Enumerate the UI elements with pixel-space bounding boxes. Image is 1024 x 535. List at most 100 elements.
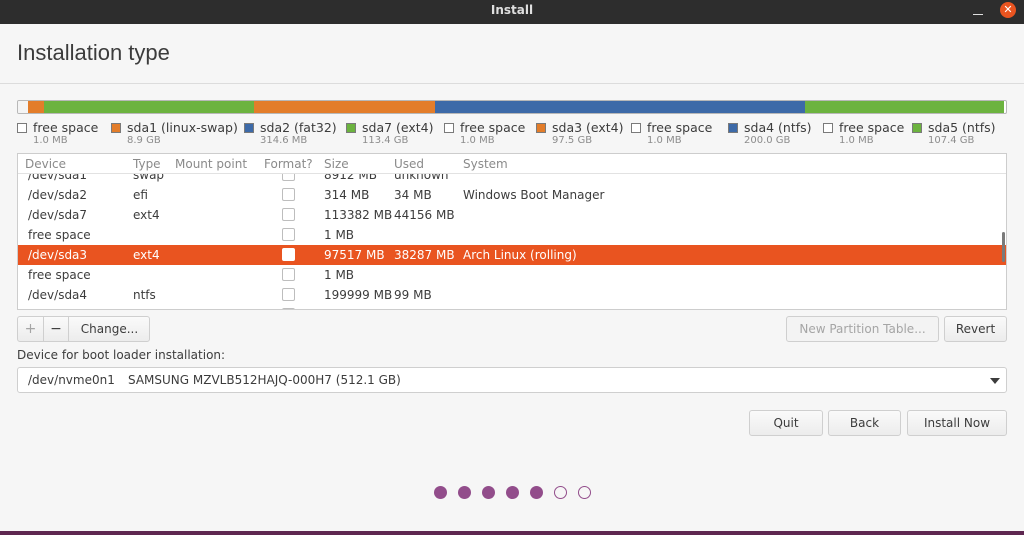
format-checkbox[interactable] xyxy=(282,188,295,201)
cell-size: 314 MB xyxy=(324,188,370,202)
progress-dot xyxy=(578,486,591,499)
remove-partition-button[interactable]: − xyxy=(44,317,69,341)
boot-device: /dev/nvme0n1 xyxy=(28,373,115,387)
cell-device: free space xyxy=(28,228,91,242)
column-header-size[interactable]: Size xyxy=(324,157,349,171)
cell-used: 44156 MB xyxy=(394,208,455,222)
table-row[interactable]: free space 1 MB xyxy=(18,225,1006,245)
boot-loader-select[interactable]: /dev/nvme0n1 SAMSUNG MZVLB512HAJQ-000H7 … xyxy=(17,367,1007,393)
title-bar: Install ✕ xyxy=(0,0,1024,24)
partition-segment-free xyxy=(18,101,28,113)
legend-size: 107.4 GB xyxy=(928,135,975,146)
cell-used: 99 MB xyxy=(394,288,432,302)
cell-device: free space xyxy=(28,308,91,309)
quit-button[interactable]: Quit xyxy=(749,410,823,436)
revert-button[interactable]: Revert xyxy=(944,316,1007,342)
legend-size: 97.5 GB xyxy=(552,135,593,146)
legend-swatch xyxy=(111,123,121,133)
format-checkbox[interactable] xyxy=(282,208,295,221)
legend-size: 200.0 GB xyxy=(744,135,791,146)
column-header-format[interactable]: Format? xyxy=(264,157,313,171)
cell-device: free space xyxy=(28,268,91,282)
format-checkbox[interactable] xyxy=(282,248,295,261)
legend-swatch xyxy=(631,123,641,133)
column-header-mount-point[interactable]: Mount point xyxy=(175,157,247,171)
change-partition-button[interactable]: Change... xyxy=(69,317,150,341)
cell-type: ext4 xyxy=(133,248,160,262)
legend-name: sda5 (ntfs) xyxy=(928,120,996,135)
legend-swatch xyxy=(728,123,738,133)
legend-name: sda3 (ext4) xyxy=(552,120,624,135)
column-header-system[interactable]: System xyxy=(463,157,508,171)
cell-used: 38287 MB xyxy=(394,248,455,262)
cell-used: 34 MB xyxy=(394,188,432,202)
add-partition-button[interactable]: + xyxy=(18,317,44,341)
legend-size: 1.0 MB xyxy=(647,135,682,146)
legend-name: sda4 (ntfs) xyxy=(744,120,812,135)
legend-name: free space xyxy=(839,120,905,135)
legend-size: 1.0 MB xyxy=(33,135,68,146)
legend-size: 1.0 MB xyxy=(839,135,874,146)
legend-swatch xyxy=(444,123,454,133)
chevron-down-icon xyxy=(990,378,1000,384)
close-icon[interactable]: ✕ xyxy=(1000,2,1016,18)
table-row[interactable]: /dev/sda2 efi 314 MB 34 MB Windows Boot Mana… xyxy=(18,185,1006,205)
cell-device: /dev/sda7 xyxy=(28,208,88,222)
progress-dot xyxy=(530,486,543,499)
cell-type: ext4 xyxy=(133,208,160,222)
legend-swatch xyxy=(346,123,356,133)
progress-dot xyxy=(554,486,567,499)
cell-size: 199999 MB xyxy=(324,288,393,302)
cell-device: /dev/sda3 xyxy=(28,248,88,262)
partition-table[interactable]: Device Type Mount point Format? Size Used Syst… xyxy=(17,153,1007,310)
table-row[interactable]: free space 1 MB xyxy=(18,265,1006,285)
format-checkbox[interactable] xyxy=(282,228,295,241)
cell-size: 1 MB xyxy=(324,308,354,309)
legend-name: free space xyxy=(460,120,526,135)
legend-swatch xyxy=(244,123,254,133)
legend-name: free space xyxy=(33,120,99,135)
partition-segment-sda4 xyxy=(435,101,805,113)
page-title: Installation type xyxy=(17,40,170,65)
partition-segment-sda5 xyxy=(805,101,1004,113)
partition-segment-sda7 xyxy=(44,101,254,113)
progress-dot xyxy=(482,486,495,499)
format-checkbox[interactable] xyxy=(282,268,295,281)
cell-type: efi xyxy=(133,188,148,202)
bottom-border xyxy=(0,531,1024,535)
boot-loader-label: Device for boot loader installation: xyxy=(17,348,226,362)
table-row[interactable]: /dev/sda7 ext4 113382 MB 44156 MB xyxy=(18,205,1006,225)
partition-tools: + − Change... xyxy=(17,316,150,342)
install-now-button[interactable]: Install Now xyxy=(907,410,1007,436)
legend-name: sda1 (linux-swap) xyxy=(127,120,238,135)
format-checkbox[interactable] xyxy=(282,288,295,301)
progress-dot xyxy=(434,486,447,499)
table-header: Device Type Mount point Format? Size Used Syst… xyxy=(18,154,1006,174)
legend-size: 8.9 GB xyxy=(127,135,161,146)
window-title: Install xyxy=(490,3,534,17)
table-body[interactable]: /dev/sda1 swap 8912 MB unknown/dev/sda2 efi 3… xyxy=(18,165,1006,309)
back-button[interactable]: Back xyxy=(828,410,901,436)
partition-segment-sda1 xyxy=(28,101,44,113)
partition-segment-sda3 xyxy=(254,101,435,113)
table-row[interactable]: /dev/sda3 ext4 97517 MB 38287 MB Arch Linux … xyxy=(18,245,1006,265)
column-header-type[interactable]: Type xyxy=(133,157,161,171)
legend-name: free space xyxy=(647,120,713,135)
legend-swatch xyxy=(17,123,27,133)
cell-device: /dev/sda4 xyxy=(28,288,88,302)
legend-swatch xyxy=(823,123,833,133)
cell-size: 113382 MB xyxy=(324,208,393,222)
column-header-used[interactable]: Used xyxy=(394,157,424,171)
legend-size: 314.6 MB xyxy=(260,135,308,146)
new-partition-table-button[interactable]: New Partition Table... xyxy=(786,316,939,342)
scrollbar-thumb[interactable] xyxy=(1002,232,1005,262)
table-row[interactable]: free space 1 MB xyxy=(18,305,1006,309)
format-checkbox[interactable] xyxy=(282,308,295,309)
table-row[interactable]: /dev/sda4 ntfs 199999 MB 99 MB xyxy=(18,285,1006,305)
legend-size: 1.0 MB xyxy=(460,135,495,146)
cell-system: Arch Linux (rolling) xyxy=(463,248,577,262)
column-header-device[interactable]: Device xyxy=(25,157,66,171)
header-separator xyxy=(0,83,1024,84)
minimize-icon[interactable] xyxy=(970,4,986,20)
legend-swatch xyxy=(912,123,922,133)
